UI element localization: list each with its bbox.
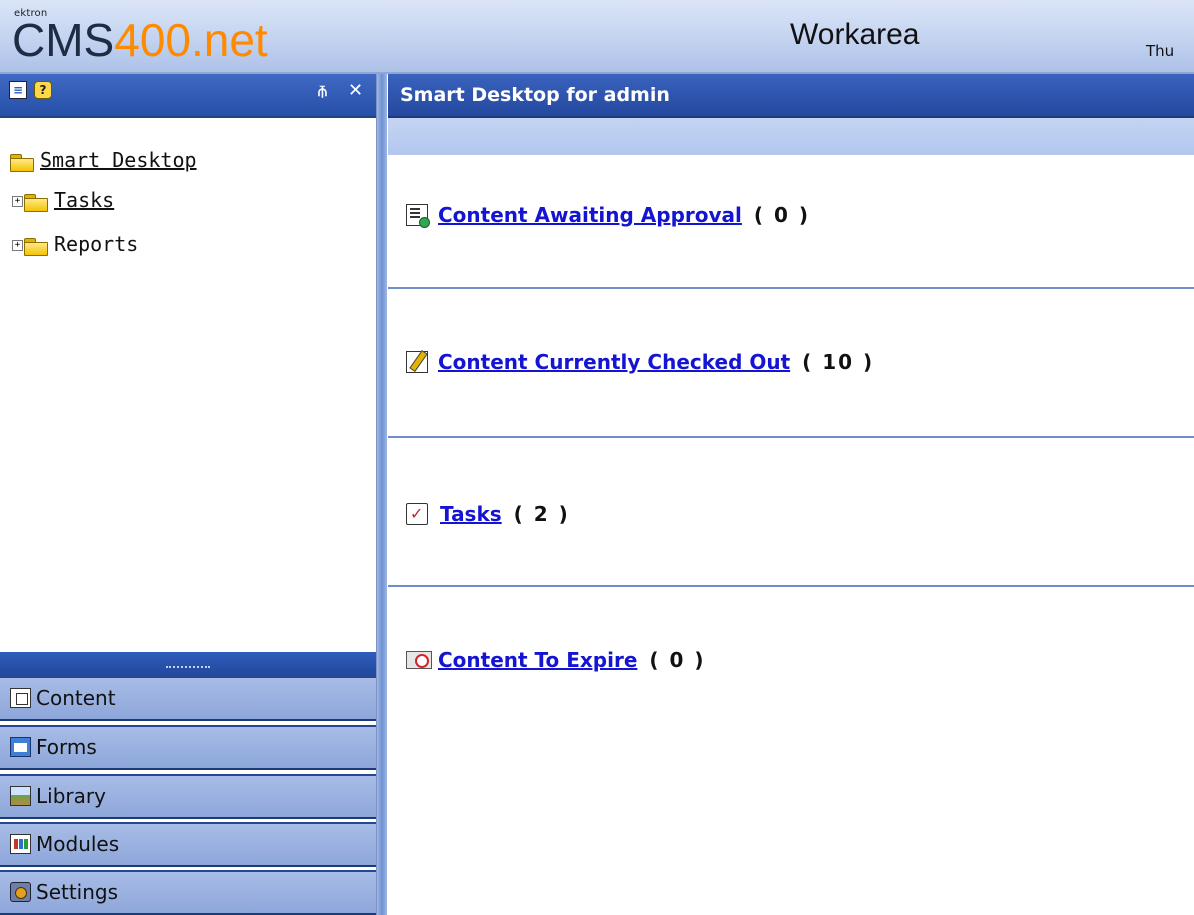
content-title: Smart Desktop for admin: [400, 84, 670, 106]
tasks-icon: [406, 503, 428, 525]
tree-item-reports[interactable]: + Reports: [12, 230, 138, 258]
nav-label: Settings: [36, 880, 119, 904]
panel-splitter[interactable]: [377, 74, 387, 915]
content-toolbar: [388, 118, 1194, 155]
approval-icon: [406, 204, 430, 228]
nav-label: Forms: [36, 735, 97, 759]
item-count: ( 0 ): [753, 203, 811, 227]
settings-icon: [10, 882, 31, 902]
content-to-expire-link[interactable]: Content To Expire: [438, 648, 637, 672]
folder-open-icon: [10, 153, 34, 172]
desk-section: Content To Expire ( 0 ): [388, 587, 1194, 915]
folder-icon: [24, 237, 48, 256]
app-header: ektron CMS400.net Workarea Thu: [0, 0, 1194, 74]
item-count: ( 2 ): [513, 502, 570, 526]
desk-section: Tasks ( 2 ): [388, 438, 1194, 587]
tree-item-label[interactable]: Smart Desktop: [40, 148, 197, 172]
content-icon: [10, 688, 31, 708]
nav-content[interactable]: Content: [0, 676, 376, 721]
checked-out-link[interactable]: Content Currently Checked Out: [438, 350, 790, 374]
pin-icon[interactable]: ⫚: [318, 82, 327, 100]
modules-icon: [10, 834, 31, 854]
nav-resize-grip[interactable]: [0, 652, 376, 676]
page-title: Workarea: [790, 18, 920, 51]
desk-section: Content Currently Checked Out ( 10 ): [388, 289, 1194, 438]
item-count: ( 10 ): [802, 350, 875, 374]
nav-settings[interactable]: Settings: [0, 870, 376, 915]
expand-icon[interactable]: +: [12, 240, 23, 251]
desk-item-checked-out: Content Currently Checked Out ( 10 ): [406, 349, 874, 375]
desk-item-content-to-expire: Content To Expire ( 0 ): [406, 647, 706, 673]
item-count: ( 0 ): [649, 648, 706, 672]
tasks-link[interactable]: Tasks: [440, 502, 502, 526]
folder-icon: [24, 193, 48, 212]
awaiting-approval-link[interactable]: Content Awaiting Approval: [438, 203, 742, 227]
nav-label: Modules: [36, 832, 120, 856]
help-icon[interactable]: ?: [34, 81, 52, 99]
left-panel-toolbar: ≡ ? ⫚ ✕: [0, 74, 376, 118]
toc-icon[interactable]: ≡: [9, 81, 27, 99]
brand-400-text: 400: [114, 14, 191, 66]
nav-label: Library: [36, 784, 106, 808]
tree-item-label[interactable]: Tasks: [54, 188, 114, 212]
expand-icon[interactable]: +: [12, 196, 23, 207]
tree-item-label[interactable]: Reports: [54, 232, 138, 256]
checkout-icon: [406, 351, 428, 373]
content-titlebar: Smart Desktop for admin: [388, 74, 1194, 118]
library-icon: [10, 786, 31, 806]
tree-item-smart-desktop[interactable]: Smart Desktop: [10, 146, 197, 174]
brand-logo: CMS400.net: [12, 14, 268, 66]
forms-icon: [10, 737, 31, 757]
header-date: Thu: [1146, 42, 1175, 60]
desk-section: Content Awaiting Approval ( 0 ): [388, 155, 1194, 289]
nav-modules[interactable]: Modules: [0, 822, 376, 867]
grip-dots: [166, 666, 210, 668]
nav-library[interactable]: Library: [0, 774, 376, 819]
brand-net-text: .net: [190, 14, 268, 66]
tree-item-tasks[interactable]: + Tasks: [12, 186, 114, 214]
desk-item-tasks: Tasks ( 2 ): [406, 501, 570, 527]
desk-item-awaiting-approval: Content Awaiting Approval ( 0 ): [406, 202, 810, 228]
nav-forms[interactable]: Forms: [0, 725, 376, 770]
brand-cms-text: CMS: [12, 14, 115, 66]
left-panel: ≡ ? ⫚ ✕ Smart Desktop + Tasks + Reports Co…: [0, 74, 377, 915]
expire-icon: [406, 651, 432, 669]
close-icon[interactable]: ✕: [348, 82, 363, 100]
nav-label: Content: [36, 686, 116, 710]
